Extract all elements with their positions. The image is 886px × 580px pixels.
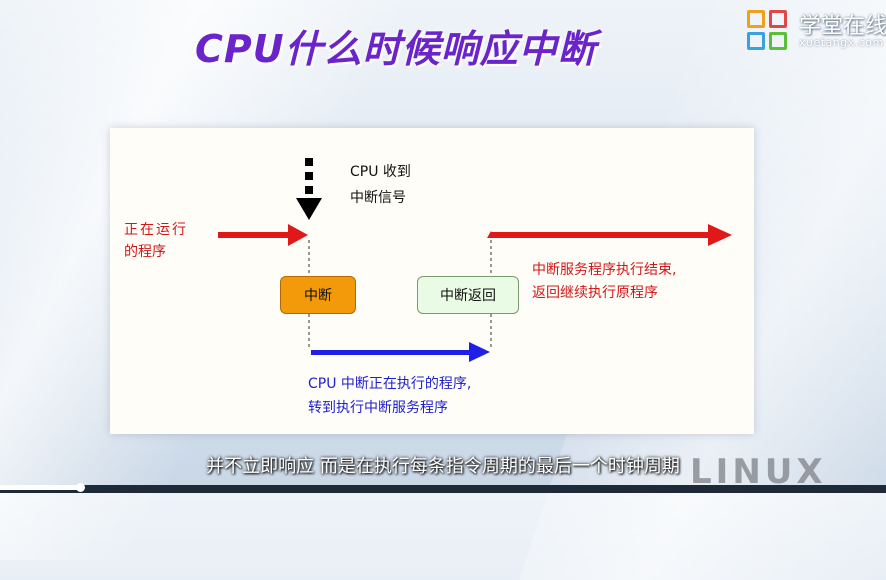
running-label-line1: 正在运行 [124, 222, 188, 238]
isr-execution-arrow [311, 342, 490, 362]
resume-label-line1: 中断服务程序执行结束, [532, 262, 677, 278]
signal-label-line2: 中断信号 [350, 190, 406, 206]
logo-grid-icon [747, 10, 789, 52]
video-progress-handle[interactable] [75, 483, 85, 492]
interrupt-return-box: 中断返回 [417, 276, 519, 314]
video-progress-fill [0, 485, 80, 490]
running-program-arrow [218, 224, 308, 246]
running-label-line2: 的程序 [124, 244, 166, 260]
isr-label-line1: CPU 中断正在执行的程序, [308, 376, 472, 392]
interrupt-box: 中断 [280, 276, 356, 314]
slide-title: CPU什么时候响应中断 [195, 27, 597, 71]
xuetangx-logo: 学堂在线 xuetangx.com [747, 6, 886, 56]
interrupt-signal-arrow [296, 158, 322, 220]
resume-label-line2: 返回继续执行原程序 [532, 285, 658, 301]
diagram-panel: CPU 收到 中断信号 正在运行 的程序 中断 中断返回 中断服务程序执行结束,… [110, 128, 754, 434]
isr-label-line2: 转到执行中断服务程序 [308, 400, 448, 416]
video-progress-track[interactable] [0, 485, 886, 493]
resume-program-arrow [487, 224, 732, 246]
logo-url: xuetangx.com [799, 36, 884, 49]
video-subtitle: 并不立即响应 而是在执行每条指令周期的最后一个时钟周期 [206, 456, 680, 477]
signal-label-line1: CPU 收到 [350, 164, 411, 180]
